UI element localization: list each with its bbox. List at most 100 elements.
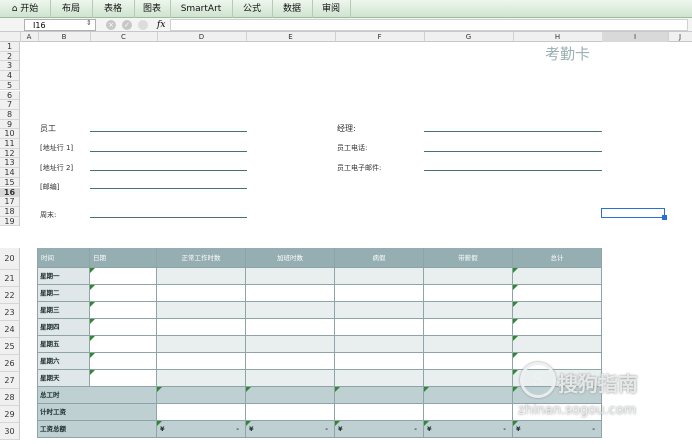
postcode-input-line[interactable] xyxy=(90,188,247,189)
time-entry-cell[interactable] xyxy=(246,353,335,370)
time-entry-cell[interactable] xyxy=(424,285,513,302)
time-entry-cell[interactable] xyxy=(246,370,335,387)
time-entry-cell[interactable] xyxy=(335,370,424,387)
time-entry-cell[interactable] xyxy=(90,353,157,370)
row-header[interactable]: 27 xyxy=(0,372,20,389)
time-entry-cell[interactable] xyxy=(246,319,335,336)
tab-layout[interactable]: 布局 xyxy=(50,0,93,18)
address1-input-line[interactable] xyxy=(90,151,247,152)
row-header[interactable]: 9 xyxy=(0,119,20,130)
time-entry-cell[interactable] xyxy=(246,268,335,285)
row-header[interactable]: 13 xyxy=(0,158,20,169)
row-header[interactable]: 7 xyxy=(0,100,20,110)
row-header[interactable]: 4 xyxy=(0,71,20,81)
time-entry-cell[interactable] xyxy=(90,268,157,285)
tab-data[interactable]: 数据 xyxy=(272,0,313,18)
summary-value-cell[interactable]: ¥ - xyxy=(157,421,246,438)
address2-input-line[interactable] xyxy=(90,170,247,171)
time-entry-cell[interactable] xyxy=(246,302,335,319)
time-entry-cell[interactable] xyxy=(90,370,157,387)
row-header[interactable]: 5 xyxy=(0,80,20,91)
row-header[interactable]: 11 xyxy=(0,139,20,149)
time-entry-cell[interactable] xyxy=(424,319,513,336)
confirm-icon[interactable]: ✓ xyxy=(122,20,132,30)
time-entry-cell[interactable] xyxy=(335,302,424,319)
column-header[interactable]: B xyxy=(38,32,91,42)
time-entry-cell[interactable] xyxy=(157,353,246,370)
column-header[interactable]: A xyxy=(20,32,39,42)
row-header[interactable]: 1 xyxy=(0,42,20,52)
email-input-line[interactable] xyxy=(424,170,602,171)
summary-value-cell[interactable] xyxy=(157,404,246,421)
row-header[interactable]: 24 xyxy=(0,321,20,338)
time-entry-cell[interactable] xyxy=(157,336,246,353)
tab-home[interactable]: ⌂ 开始 xyxy=(0,0,51,18)
row-header[interactable]: 30 xyxy=(0,423,20,440)
time-entry-cell[interactable] xyxy=(513,319,602,336)
summary-value-cell[interactable]: ¥ - xyxy=(246,421,335,438)
time-entry-cell[interactable] xyxy=(157,370,246,387)
column-header[interactable]: D xyxy=(157,32,247,42)
time-entry-cell[interactable] xyxy=(90,319,157,336)
column-header[interactable]: E xyxy=(246,32,336,42)
summary-value-cell[interactable]: ¥ - xyxy=(424,421,513,438)
row-header[interactable]: 20 xyxy=(0,248,20,270)
time-entry-cell[interactable] xyxy=(335,336,424,353)
weekend-input-line[interactable] xyxy=(90,217,247,218)
time-entry-cell[interactable] xyxy=(335,319,424,336)
row-header[interactable]: 17 xyxy=(0,197,20,207)
row-header[interactable]: 19 xyxy=(0,216,20,227)
time-entry-cell[interactable] xyxy=(90,336,157,353)
row-header[interactable]: 29 xyxy=(0,406,20,423)
summary-value-cell[interactable] xyxy=(157,387,246,404)
summary-value-cell[interactable] xyxy=(246,404,335,421)
summary-value-cell[interactable] xyxy=(424,404,513,421)
column-header-selected[interactable]: I xyxy=(602,32,669,42)
row-header[interactable]: 8 xyxy=(0,109,20,120)
column-header[interactable]: C xyxy=(90,32,158,42)
row-header[interactable]: 10 xyxy=(0,129,20,139)
row-header[interactable]: 23 xyxy=(0,304,20,321)
column-header[interactable]: G xyxy=(424,32,514,42)
tab-review[interactable]: 审阅 xyxy=(312,0,351,18)
time-entry-cell[interactable] xyxy=(424,370,513,387)
time-entry-cell[interactable] xyxy=(335,285,424,302)
column-header[interactable]: H xyxy=(513,32,603,42)
time-entry-cell[interactable] xyxy=(424,336,513,353)
tab-charts[interactable]: 图表 xyxy=(134,0,171,18)
time-entry-cell[interactable] xyxy=(157,268,246,285)
row-header[interactable]: 15 xyxy=(0,177,20,188)
row-header[interactable]: 14 xyxy=(0,168,20,178)
row-header[interactable]: 21 xyxy=(0,270,20,287)
employee-input-line[interactable] xyxy=(90,131,247,132)
time-entry-cell[interactable] xyxy=(513,336,602,353)
row-header[interactable]: 18 xyxy=(0,206,20,217)
tab-smartart[interactable]: SmartArt xyxy=(170,0,233,18)
time-entry-cell[interactable] xyxy=(513,302,602,319)
time-entry-cell[interactable] xyxy=(424,353,513,370)
active-cell-selection[interactable] xyxy=(601,208,665,218)
time-entry-cell[interactable] xyxy=(246,285,335,302)
time-entry-cell[interactable] xyxy=(335,268,424,285)
row-header[interactable]: 2 xyxy=(0,51,20,62)
summary-value-cell[interactable] xyxy=(246,387,335,404)
tab-tables[interactable]: 表格 xyxy=(92,0,135,18)
column-header[interactable]: J xyxy=(668,32,692,42)
select-all-corner[interactable] xyxy=(0,32,21,42)
time-entry-cell[interactable] xyxy=(513,268,602,285)
row-header[interactable]: 25 xyxy=(0,338,20,355)
row-header[interactable]: 22 xyxy=(0,287,20,304)
row-header[interactable]: 28 xyxy=(0,389,20,406)
time-entry-cell[interactable] xyxy=(246,336,335,353)
row-header[interactable]: 16 xyxy=(0,187,20,198)
summary-value-cell[interactable] xyxy=(424,387,513,404)
summary-value-cell[interactable]: ¥ - xyxy=(335,421,424,438)
summary-value-cell[interactable] xyxy=(335,404,424,421)
column-header[interactable]: F xyxy=(335,32,425,42)
phone-input-line[interactable] xyxy=(424,151,602,152)
time-entry-cell[interactable] xyxy=(90,302,157,319)
cancel-icon[interactable]: × xyxy=(106,20,116,30)
time-entry-cell[interactable] xyxy=(424,302,513,319)
time-entry-cell[interactable] xyxy=(157,319,246,336)
tab-formulas[interactable]: 公式 xyxy=(232,0,273,18)
